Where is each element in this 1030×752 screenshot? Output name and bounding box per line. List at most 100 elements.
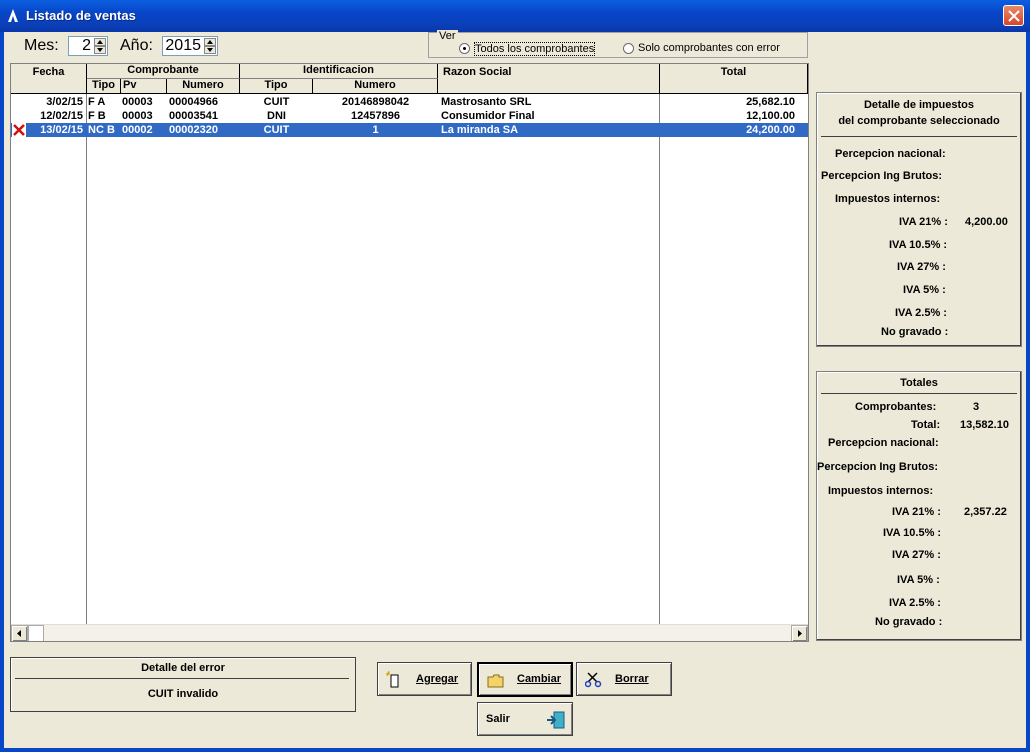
totales-separator xyxy=(821,393,1017,394)
detalle-title-2: del comprobante seleccionado xyxy=(838,115,1000,127)
table-row[interactable]: 3/02/15 F A 00003 00004966 CUIT 20146898042 Ma… xyxy=(11,95,808,109)
totales-iva105-label: IVA 10.5% : xyxy=(883,527,942,539)
mes-value: 2 xyxy=(82,37,91,54)
error-message: CUIT invalido xyxy=(147,688,219,700)
cell-razon: Mastrosanto SRL xyxy=(441,96,532,108)
cell-numero: 00004966 xyxy=(169,96,218,108)
cell-numero: 00003541 xyxy=(169,110,218,122)
totales-iva25-label: IVA 2.5% : xyxy=(889,597,941,609)
folder-icon xyxy=(487,674,504,688)
header-razon-social[interactable]: Razon Social xyxy=(438,64,660,94)
table-row[interactable]: 12/02/15 F B 00003 00003541 DNI 12457896 Consu… xyxy=(11,109,808,123)
anio-down-icon[interactable] xyxy=(204,46,216,54)
cambiar-button[interactable]: Cambiar xyxy=(477,662,573,697)
detalle-perc-ib: Percepcion Ing Brutos: xyxy=(821,170,943,182)
cell-fecha: 13/02/15 xyxy=(40,124,83,136)
radio-error-label: Solo comprobantes con error xyxy=(638,42,780,54)
cell-id-tipo: CUIT xyxy=(263,96,290,108)
totales-iva21-label: IVA 21% : xyxy=(892,506,941,518)
totales-panel: Totales Comprobantes: 3 Total: 13,582.10… xyxy=(816,371,1022,641)
detalle-separator xyxy=(821,136,1017,137)
totales-title: Totales xyxy=(900,377,938,389)
anio-value: 2015 xyxy=(165,37,201,54)
cell-pv: 00003 xyxy=(122,96,153,108)
detalle-iva27-label: IVA 27% : xyxy=(897,261,946,273)
window-frame-bottom xyxy=(0,748,1030,752)
error-mark-icon xyxy=(12,123,26,137)
radio-all-label: Todos los comprobantes xyxy=(474,42,596,56)
header-pv[interactable]: Pv xyxy=(121,79,167,94)
ver-group: Ver Todos los comprobantes Solo comproba… xyxy=(428,30,808,58)
cell-pv: 00002 xyxy=(122,124,153,136)
close-button[interactable] xyxy=(1003,5,1024,26)
totales-perc-nacional: Percepcion nacional: xyxy=(828,437,939,449)
cell-id-numero: 20146898042 xyxy=(341,96,410,108)
totales-imp-internos: Impuestos internos: xyxy=(828,485,934,497)
salir-button[interactable]: Salir xyxy=(477,702,573,736)
header-identificacion[interactable]: Identificacion xyxy=(240,64,438,79)
cell-fecha: 3/02/15 xyxy=(46,96,83,108)
new-document-icon xyxy=(386,671,399,688)
column-divider xyxy=(86,94,87,625)
totales-total-label: Total: xyxy=(911,419,941,431)
cell-id-numero: 12457896 xyxy=(351,110,400,122)
header-id-tipo[interactable]: Tipo xyxy=(240,79,313,94)
cell-numero: 00002320 xyxy=(169,124,218,136)
radio-checked-icon xyxy=(459,43,470,54)
detalle-iva5-label: IVA 5% : xyxy=(903,284,946,296)
totales-perc-ib: Percepcion Ing Brutos: xyxy=(817,461,939,473)
detalle-impuestos-panel: Detalle de impuestos del comprobante sel… xyxy=(816,92,1022,347)
totales-iva21-value: 2,357.22 xyxy=(964,506,1007,518)
detalle-title-1: Detalle de impuestos xyxy=(863,99,975,111)
scroll-right-icon[interactable] xyxy=(791,625,808,641)
header-comprobante[interactable]: Comprobante xyxy=(87,64,240,79)
cell-tipo: NC B xyxy=(88,124,115,136)
cell-razon: La miranda SA xyxy=(441,124,519,136)
totales-comprobantes-label: Comprobantes: xyxy=(855,401,937,413)
cell-razon: Consumidor Final xyxy=(441,110,535,122)
detalle-iva21-label: IVA 21% : xyxy=(899,216,948,228)
scissors-icon xyxy=(585,672,602,688)
window-title: Listado de ventas xyxy=(26,8,136,23)
title-bar: Listado de ventas xyxy=(0,0,1030,32)
error-separator xyxy=(15,678,349,679)
cambiar-label: Cambiar xyxy=(517,673,562,685)
cell-id-tipo: DNI xyxy=(267,110,286,122)
anio-spinner[interactable]: 2015 xyxy=(162,36,218,56)
header-tipo[interactable]: Tipo xyxy=(87,79,121,94)
header-id-numero[interactable]: Numero xyxy=(313,79,438,94)
mes-up-icon[interactable] xyxy=(94,38,106,46)
totales-comprobantes-value: 3 xyxy=(973,401,980,413)
window-frame-left xyxy=(0,32,4,752)
header-numero[interactable]: Numero xyxy=(167,79,240,94)
detalle-imp-internos: Impuestos internos: xyxy=(835,193,941,205)
anio-up-icon[interactable] xyxy=(204,38,216,46)
mes-down-icon[interactable] xyxy=(94,46,106,54)
detalle-iva25-label: IVA 2.5% : xyxy=(895,307,947,319)
error-title: Detalle del error xyxy=(141,662,225,674)
cell-tipo: F A xyxy=(88,96,106,108)
totales-total-value: 13,582.10 xyxy=(960,419,1009,431)
totales-no-gravado-label: No gravado : xyxy=(875,616,943,628)
borrar-label: Borrar xyxy=(615,673,649,685)
exit-door-icon xyxy=(547,711,565,729)
detalle-perc-nacional: Percepcion nacional: xyxy=(835,148,946,160)
detalle-no-gravado-label: No gravado : xyxy=(881,326,949,338)
header-total[interactable]: Total xyxy=(660,64,808,94)
mes-spinner[interactable]: 2 xyxy=(68,36,108,56)
cell-fecha: 12/02/15 xyxy=(40,110,83,122)
agregar-button[interactable]: Agregar xyxy=(377,662,472,696)
sales-grid[interactable]: Fecha Comprobante Tipo Pv Numero Identif… xyxy=(10,63,809,642)
scroll-thumb[interactable] xyxy=(28,625,44,641)
borrar-button[interactable]: Borrar xyxy=(576,662,672,696)
header-fecha[interactable]: Fecha xyxy=(11,64,87,94)
detalle-iva21-value: 4,200.00 xyxy=(965,216,1008,228)
table-row[interactable]: 13/02/15 NC B 00002 00002320 CUIT 1 La miranda… xyxy=(11,123,808,137)
radio-unchecked-icon xyxy=(623,43,634,54)
cell-tipo: F B xyxy=(88,110,106,122)
scroll-left-icon[interactable] xyxy=(11,625,28,641)
horizontal-scrollbar[interactable] xyxy=(11,624,808,641)
close-icon xyxy=(1008,10,1020,22)
cell-total: 24,200.00 xyxy=(746,124,795,136)
cell-pv: 00003 xyxy=(122,110,153,122)
